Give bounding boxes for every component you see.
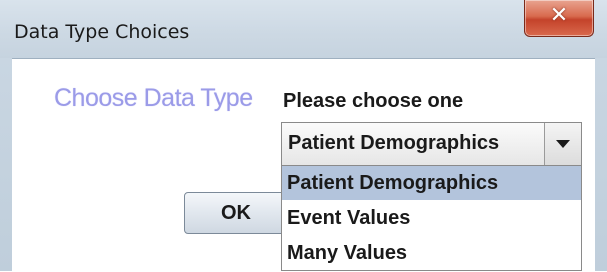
data-type-dropdown-list: Patient Demographics Event Values Many V… xyxy=(281,166,582,271)
close-button[interactable]: ✕ xyxy=(524,0,594,37)
dropdown-option-many-values[interactable]: Many Values xyxy=(282,236,581,270)
ok-button-label: OK xyxy=(221,202,251,224)
dropdown-option-patient-demographics[interactable]: Patient Demographics xyxy=(282,166,581,200)
window-frame-left xyxy=(0,58,12,271)
combobox-selected-value: Patient Demographics xyxy=(288,132,500,154)
window-title: Data Type Choices xyxy=(14,21,190,43)
chevron-down-icon[interactable] xyxy=(544,123,581,165)
window-frame-right xyxy=(595,58,607,271)
title-bar[interactable]: Data Type Choices ✕ xyxy=(0,0,607,58)
choose-prompt-label: Please choose one xyxy=(283,90,464,112)
ok-button[interactable]: OK xyxy=(184,192,288,234)
data-type-combobox[interactable]: Patient Demographics xyxy=(281,122,582,166)
dropdown-option-event-values[interactable]: Event Values xyxy=(282,201,581,235)
close-icon: ✕ xyxy=(549,3,569,28)
choose-data-type-heading: Choose Data Type xyxy=(54,84,253,112)
dialog-window: Data Type Choices ✕ Choose Data Type Ple… xyxy=(0,0,607,272)
